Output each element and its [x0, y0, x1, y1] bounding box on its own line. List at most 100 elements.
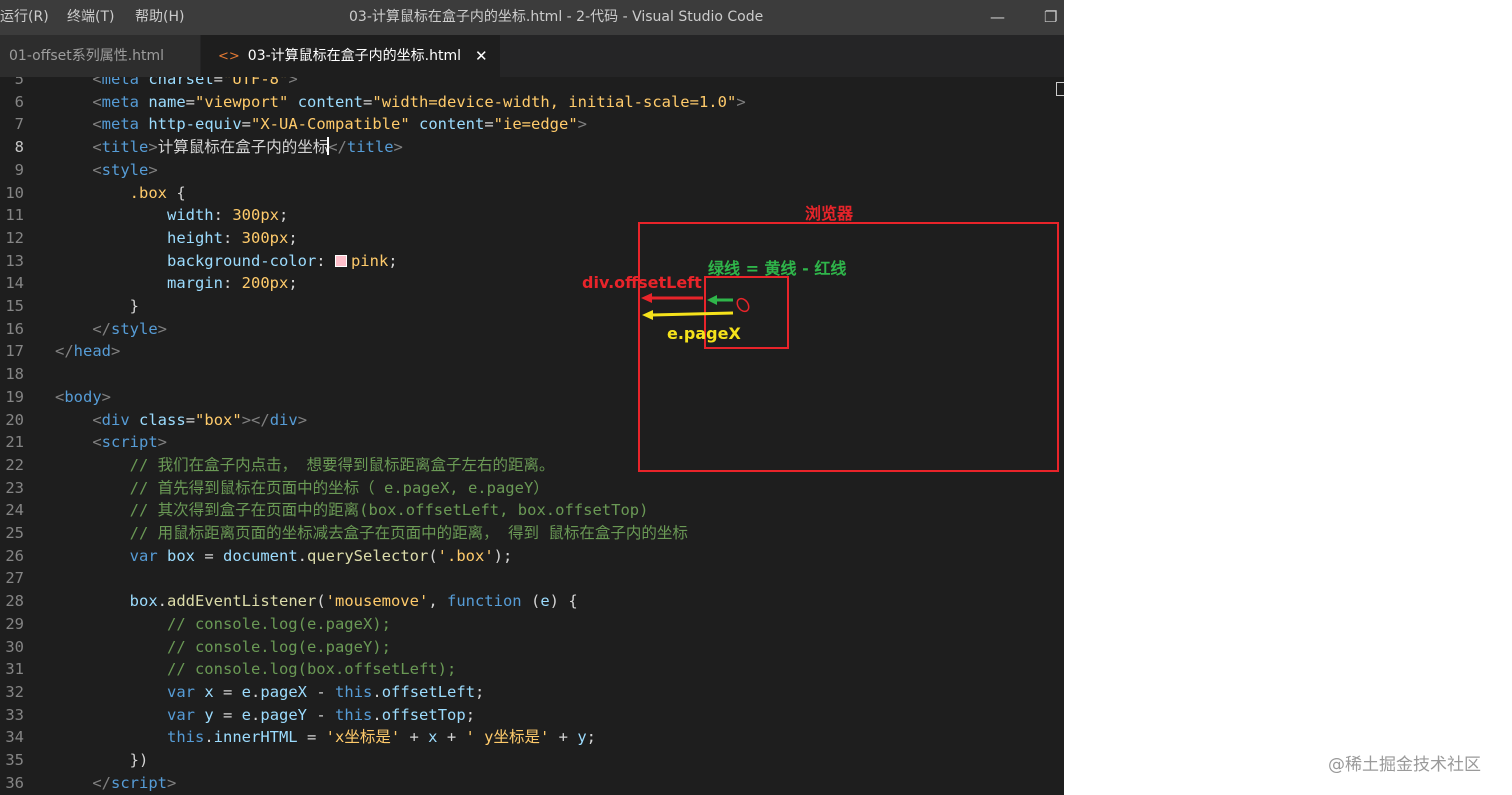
code-token: this [335, 682, 373, 701]
menu-terminal[interactable]: 终端(T) [67, 0, 114, 35]
code-token: pageX [260, 682, 308, 701]
code-token: ( [316, 592, 326, 611]
code-line[interactable]: 18 [0, 363, 1064, 386]
code-token: < [92, 115, 102, 134]
code-token: ( [521, 592, 541, 611]
code-text: } [55, 295, 139, 318]
code-line[interactable]: 6 <meta name="viewport" content="width=d… [0, 91, 1064, 114]
line-number: 13 [5, 251, 24, 270]
code-line[interactable]: 29 // console.log(e.pageX); [0, 613, 1064, 636]
minimize-button[interactable]: — [990, 0, 1005, 35]
line-number: 30 [5, 637, 24, 656]
code-text: // 其次得到盒子在页面中的距离(box.offsetLeft, box.off… [55, 499, 649, 522]
menu-help[interactable]: 帮助(H) [135, 0, 184, 35]
tab-offset-html[interactable]: 01-offset系列属性.html [0, 35, 200, 77]
code-token: + [400, 728, 429, 747]
code-line[interactable]: 31 // console.log(box.offsetLeft); [0, 658, 1064, 681]
line-number: 21 [5, 433, 24, 452]
code-text: </style> [55, 318, 167, 341]
code-line[interactable]: 35 }) [0, 749, 1064, 772]
code-line[interactable]: 12 height: 300px; [0, 227, 1064, 250]
code-line[interactable]: 24 // 其次得到盒子在页面中的距离(box.offsetLeft, box.… [0, 499, 1064, 522]
line-number: 28 [5, 592, 24, 611]
code-line[interactable]: 25 // 用鼠标距离页面的坐标减去盒子在页面中的距离， 得到 鼠标在盒子内的坐… [0, 522, 1064, 545]
window-title: 03-计算鼠标在盒子内的坐标.html - 2-代码 - Visual Stud… [349, 9, 764, 25]
line-number: 15 [5, 297, 24, 315]
code-token: // 首先得到鼠标在页面中的坐标（ e.pageX, e.pageY） [129, 478, 549, 497]
code-line[interactable]: 28 box.addEventListener('mousemove', fun… [0, 590, 1064, 613]
code-token: querySelector [307, 546, 429, 565]
code-token: head [73, 342, 111, 361]
code-line[interactable]: 23 // 首先得到鼠标在页面中的坐标（ e.pageX, e.pageY） [0, 477, 1064, 500]
code-token: // 其次得到盒子在页面中的距离(box.offsetLeft, box.off… [129, 501, 649, 520]
code-line[interactable]: 8 <title>计算鼠标在盒子内的坐标</title> [0, 136, 1064, 159]
code-token: : [316, 251, 335, 270]
code-line[interactable]: 27 [0, 567, 1064, 590]
color-swatch-icon[interactable] [334, 254, 347, 267]
code-line[interactable]: 17 </head> [0, 340, 1064, 363]
code-line[interactable]: 9 <style> [0, 159, 1064, 182]
code-text: var x = e.pageX - this.offsetLeft; [55, 681, 484, 704]
code-token: ( [428, 546, 438, 565]
code-text: height: 300px; [55, 227, 298, 250]
line-number: 12 [5, 228, 24, 247]
code-line[interactable]: 13 background-color: pink; [0, 250, 1064, 273]
menu-run[interactable]: 运行(R) [0, 0, 49, 35]
code-line[interactable]: 20 <div class="box"></div> [0, 409, 1064, 432]
code-token: this [166, 728, 205, 747]
code-token: = [363, 92, 373, 111]
code-token: e [241, 682, 252, 701]
code-token: style [111, 319, 158, 338]
code-editor[interactable]: 5 <meta charset="UTF-8"> 6 <meta name="vi… [0, 77, 1064, 795]
code-token: // console.log(box.offsetLeft); [166, 660, 457, 679]
code-line[interactable]: 11 width: 300px; [0, 204, 1064, 227]
code-line[interactable]: 32 var x = e.pageX - this.offsetLeft; [0, 681, 1064, 704]
code-text: margin: 200px; [55, 272, 298, 295]
code-line[interactable]: 10 .box { [0, 182, 1064, 205]
maximize-button[interactable]: ❐ [1044, 0, 1057, 35]
close-icon[interactable]: ✕ [475, 35, 488, 77]
code-line[interactable]: 7 <meta http-equiv="X-UA-Compatible" con… [0, 113, 1064, 136]
code-line[interactable]: 30 // console.log(e.pageY); [0, 636, 1064, 659]
code-line[interactable]: 36 </script> [0, 772, 1064, 795]
code-line[interactable]: 26 var box = document.querySelector('.bo… [0, 545, 1064, 568]
code-token: < [55, 387, 65, 406]
code-text: // console.log(box.offsetLeft); [55, 658, 456, 681]
code-token: - [307, 682, 336, 701]
code-line[interactable]: 15 } [0, 295, 1064, 318]
code-token: = [213, 705, 242, 724]
code-token: x [204, 682, 214, 701]
code-token: content [419, 115, 485, 134]
code-token: var [166, 682, 195, 701]
line-number: 17 [5, 342, 24, 361]
code-line[interactable]: 16 </style> [0, 318, 1064, 341]
line-number: 22 [5, 455, 24, 474]
code-line[interactable]: 5 <meta charset="UTF-8"> [0, 77, 1064, 91]
line-number: 25 [5, 524, 24, 542]
code-line[interactable]: 34 this.innerHTML = 'x坐标是' + x + ' y坐标是'… [0, 726, 1064, 749]
code-token: ; [388, 251, 398, 270]
code-token: div [101, 410, 130, 429]
code-token: this [335, 705, 373, 724]
tab-label: 03-计算鼠标在盒子内的坐标.html [247, 48, 462, 64]
code-text: <meta charset="UTF-8"> [55, 77, 297, 91]
code-line[interactable]: 21 <script> [0, 431, 1064, 454]
code-line[interactable]: 19 <body> [0, 386, 1064, 409]
code-line[interactable]: 22 // 我们在盒子内点击， 想要得到鼠标距离盒子左右的距离。 [0, 454, 1064, 477]
tab-calc-coords-html[interactable]: <> 03-计算鼠标在盒子内的坐标.html ✕ [201, 35, 500, 77]
code-token: var [129, 546, 158, 565]
code-token: "viewport" [195, 92, 289, 111]
code-line[interactable]: 14 margin: 200px; [0, 272, 1064, 295]
code-token: = [213, 682, 242, 701]
code-line[interactable]: 33 var y = e.pageY - this.offsetTop; [0, 704, 1064, 727]
